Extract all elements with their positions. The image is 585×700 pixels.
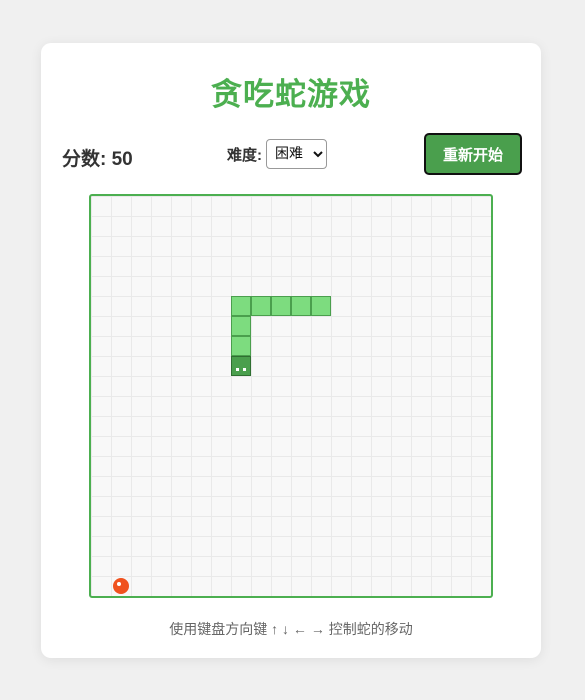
difficulty-control: 难度: 困难 xyxy=(227,139,327,169)
food-shine xyxy=(117,582,121,586)
snake-eye xyxy=(236,368,239,371)
snake-segment xyxy=(231,336,251,356)
snake-segment xyxy=(271,296,291,316)
restart-button[interactable]: 重新开始 xyxy=(424,133,522,175)
snake-eye xyxy=(243,368,246,371)
food-item xyxy=(113,578,129,594)
difficulty-select[interactable]: 困难 xyxy=(266,139,327,169)
score-value: 50 xyxy=(111,149,133,170)
snake-segment xyxy=(311,296,331,316)
game-board[interactable] xyxy=(89,194,493,598)
controls-hint: 使用键盘方向键 ↑ ↓ ← → 控制蛇的移动 xyxy=(169,621,413,637)
score-label: 分数: xyxy=(62,149,107,170)
snake-segment xyxy=(231,316,251,336)
game-card: 贪吃蛇游戏 分数: 50 难度: 困难 重新开始 使用键盘方向键 ↑ ↓ ← →… xyxy=(41,43,541,658)
snake-segment xyxy=(251,296,271,316)
snake-segment xyxy=(231,296,251,316)
snake-head xyxy=(231,356,251,376)
game-title: 贪吃蛇游戏 xyxy=(211,77,371,112)
score-display: 分数: 50 xyxy=(62,144,133,171)
difficulty-label: 难度: xyxy=(227,146,262,164)
snake-segment xyxy=(291,296,311,316)
